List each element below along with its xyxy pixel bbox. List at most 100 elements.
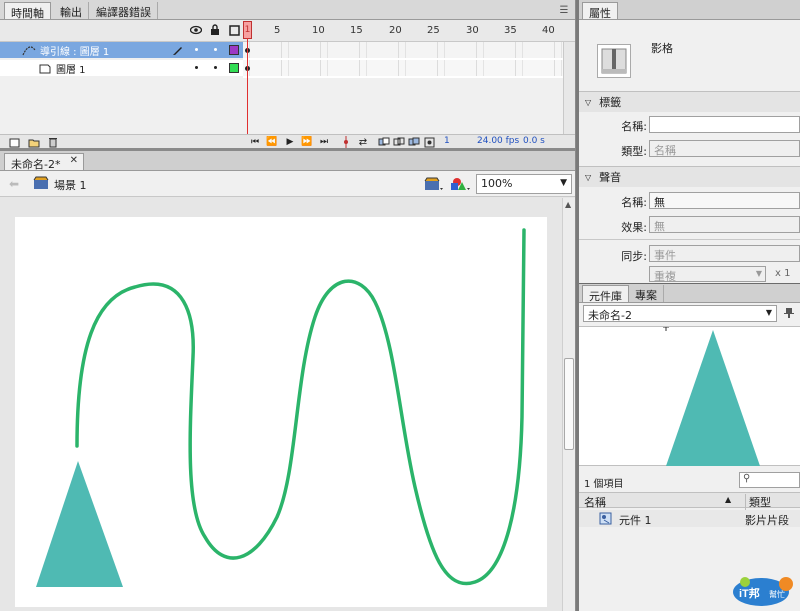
onion-outline-icon[interactable] [393, 136, 405, 148]
selection-type: 影格 [651, 42, 673, 55]
library-item-type: 影片片段 [745, 514, 789, 527]
edit-symbols-icon[interactable] [449, 176, 471, 192]
library-document-select[interactable]: 未命名-2 ▼ [583, 305, 777, 322]
effect-select[interactable]: 無 [649, 216, 800, 233]
dot-marker[interactable] [195, 66, 198, 69]
playhead[interactable]: 1 [243, 21, 252, 39]
library-preview [579, 324, 800, 466]
document-area: 未命名-2* ✕ ⬅ 場景 1 100% ▼ ▲ [0, 151, 576, 611]
layer-indent-icon [38, 62, 52, 74]
tab-document[interactable]: 未命名-2* ✕ [4, 153, 84, 171]
edit-multiple-icon[interactable] [408, 136, 420, 148]
frame-label-input[interactable] [649, 116, 800, 133]
frame-number: 30 [466, 25, 479, 36]
stage-artwork [36, 228, 526, 587]
layer-list: 導引線 : 圖層 1 圖層 1 [0, 42, 243, 78]
go-first-frame-icon[interactable]: ⏮ [249, 136, 261, 148]
repeat-select[interactable]: 重複 ▼ [649, 266, 766, 283]
dot-marker[interactable] [214, 66, 217, 69]
stage-scrollbar[interactable]: ▲ [562, 198, 575, 611]
collapse-icon[interactable]: ▽ [585, 98, 591, 107]
chevron-down-icon[interactable]: ▼ [560, 178, 567, 188]
panel-gutter[interactable] [576, 0, 579, 611]
sync-select[interactable]: 事件 [649, 245, 800, 262]
current-frame-readout[interactable]: 1 [444, 136, 450, 146]
pasteboard[interactable] [0, 198, 562, 611]
layer-row-guide[interactable]: 導引線 : 圖層 1 [0, 42, 243, 58]
chevron-down-icon[interactable]: ▼ [766, 308, 772, 317]
triangle-instance[interactable] [36, 461, 123, 587]
frame-number: 20 [389, 25, 402, 36]
library-columns: 名稱 ▲ 類型 [579, 492, 800, 510]
tab-properties[interactable]: 屬性 [582, 2, 618, 20]
name-label: 名稱: [621, 120, 647, 133]
layer-name[interactable]: 圖層 1 [56, 61, 86, 76]
column-type[interactable]: 類型 [745, 494, 771, 510]
tab-library[interactable]: 元件庫 [582, 285, 629, 303]
sort-up-icon[interactable]: ▲ [725, 495, 731, 504]
timeline-footer: ⏮ ⏪ ▶ ⏩ ⏭ ⇄ 1 24.00 fps 0.0 s [0, 134, 575, 148]
label-type-select[interactable]: 名稱 [649, 140, 800, 157]
onion-skin-icon[interactable] [378, 136, 390, 148]
pencil-icon [172, 44, 184, 56]
search-icon[interactable]: ⚲ [743, 473, 750, 484]
label-section-header[interactable]: ▽ 標籤 [579, 91, 800, 112]
edit-scene-icon[interactable] [424, 176, 444, 192]
timeline-tabstrip: 時間軸 輸出 編譯器錯誤 ☰ [0, 0, 575, 20]
scroll-up-icon[interactable]: ▲ [565, 200, 571, 209]
divider [579, 239, 800, 240]
chevron-down-icon[interactable]: ▼ [756, 269, 762, 278]
layer-color-swatch[interactable] [229, 63, 239, 73]
section-title: 聲音 [599, 171, 622, 184]
back-arrow-icon[interactable]: ⬅ [7, 177, 21, 191]
tab-project[interactable]: 專案 [629, 285, 664, 302]
library-item-name[interactable]: 元件 1 [619, 512, 652, 528]
frame-grid[interactable] [243, 42, 563, 78]
sound-name-select[interactable]: 無 [649, 192, 800, 209]
pin-icon[interactable] [782, 306, 796, 320]
layer-color-swatch[interactable] [229, 45, 239, 55]
layer-name[interactable]: 導引線 : 圖層 1 [40, 43, 109, 58]
panel-menu-icon[interactable]: ☰ [557, 4, 571, 16]
outline-icon[interactable] [228, 24, 240, 36]
stage[interactable] [15, 217, 547, 607]
step-back-icon[interactable]: ⏪ [266, 136, 278, 148]
tab-output[interactable]: 輸出 [54, 2, 89, 19]
go-last-frame-icon[interactable]: ⏭ [318, 136, 330, 148]
timeline-header: 1 5 10 15 20 25 30 35 40 [0, 20, 575, 42]
new-folder-icon[interactable] [28, 136, 40, 148]
properties-tabstrip: 屬性 [579, 0, 800, 20]
tab-timeline[interactable]: 時間軸 [4, 2, 51, 20]
column-name[interactable]: 名稱 [584, 494, 606, 510]
layer-row-1[interactable]: 圖層 1 [0, 60, 243, 76]
sound-section-header[interactable]: ▽ 聲音 [579, 166, 800, 187]
dot-marker[interactable] [214, 48, 217, 51]
trash-icon[interactable] [47, 136, 59, 148]
close-icon[interactable]: ✕ [70, 155, 78, 166]
fps-readout[interactable]: 24.00 fps [477, 136, 519, 146]
play-icon[interactable]: ▶ [284, 136, 296, 148]
library-row[interactable]: 元件 1 影片片段 [579, 510, 800, 527]
step-forward-icon[interactable]: ⏩ [301, 136, 313, 148]
collapse-icon[interactable]: ▽ [585, 173, 591, 182]
timeline-scrollbar[interactable] [563, 42, 575, 134]
loop-icon[interactable]: ⇄ [356, 136, 370, 148]
eye-icon[interactable] [190, 24, 202, 36]
properties-panel: 屬性 影格 ▽ 標籤 名稱: 類型: 名稱 ▽ 聲音 名稱: 無 效果: 無 同… [579, 0, 800, 283]
tab-compiler-errors[interactable]: 編譯器錯誤 [90, 2, 158, 19]
library-search-input[interactable]: ⚲ [739, 472, 800, 488]
time-readout[interactable]: 0.0 s [523, 136, 545, 146]
scrollbar-thumb[interactable] [564, 358, 574, 450]
zoom-select[interactable]: 100% ▼ [476, 174, 572, 194]
scene-name[interactable]: 場景 1 [54, 177, 87, 193]
repeat-count[interactable]: x 1 [775, 268, 790, 279]
type-label: 類型: [621, 145, 647, 158]
lock-icon[interactable] [209, 24, 221, 36]
section-title: 標籤 [599, 96, 622, 109]
label-type-value: 名稱 [654, 144, 676, 157]
center-frame-icon[interactable] [340, 136, 352, 148]
new-layer-icon[interactable] [8, 136, 20, 148]
motion-guide-path[interactable] [75, 228, 526, 586]
dot-marker[interactable] [195, 48, 198, 51]
onion-markers-icon[interactable] [423, 136, 435, 148]
